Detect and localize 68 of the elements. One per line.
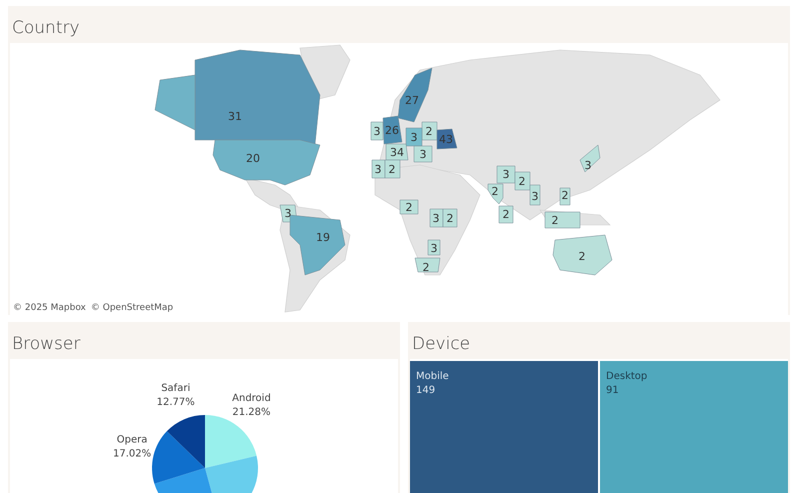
- country-region[interactable]: [514, 172, 530, 190]
- country-region[interactable]: [436, 128, 458, 150]
- slice-label: Safari: [161, 382, 190, 394]
- map-value-label: 31: [228, 110, 242, 123]
- map-attribution: © OpenStreetMap: [90, 303, 174, 313]
- map-value-label: 26: [385, 124, 399, 137]
- pie-slice[interactable]: [166, 415, 205, 468]
- map-value-label: 2: [406, 201, 412, 214]
- tile-value: 91: [606, 384, 619, 398]
- panel-title: Device: [411, 333, 470, 355]
- country-region[interactable]: [406, 128, 422, 146]
- map-value-label: 2: [562, 189, 568, 202]
- country-region[interactable]: [386, 144, 408, 160]
- map-value-label: 43: [439, 133, 453, 146]
- map-attribution: © 2025 Mapbox: [13, 303, 86, 313]
- country-region[interactable]: [442, 208, 458, 228]
- country-region[interactable]: [422, 122, 438, 140]
- slice-label: Opera: [116, 434, 148, 446]
- map-value-label: 2: [518, 175, 526, 188]
- map-value-label: 2: [446, 212, 454, 225]
- tile-value: 149: [416, 384, 436, 398]
- map-value-label: 2: [388, 163, 396, 176]
- map-value-label: 3: [410, 131, 418, 144]
- map-value-label: 2: [552, 214, 558, 227]
- country-region[interactable]: [382, 116, 402, 144]
- map-value-label: 2: [492, 185, 498, 198]
- country-region[interactable]: [488, 184, 504, 204]
- map-value-label: 3: [420, 148, 426, 161]
- country-region[interactable]: [580, 144, 600, 172]
- map-value-label: 2: [422, 261, 430, 274]
- country-region[interactable]: [384, 160, 400, 178]
- map-value-label: 3: [584, 159, 592, 172]
- map-value-label: 19: [316, 231, 330, 244]
- country-region[interactable]: [400, 200, 418, 214]
- map-value-label: 2: [502, 208, 510, 221]
- map-value-label: 3: [532, 190, 538, 203]
- map-value-label: 3: [430, 242, 438, 255]
- country-region[interactable]: [496, 166, 516, 184]
- map-value-label: 2: [426, 125, 432, 138]
- map-value-label: 2: [578, 250, 586, 263]
- map-value-label: 3: [502, 168, 510, 181]
- treemap-tile[interactable]: Desktop 91: [600, 361, 788, 493]
- slice-percent: 17.02%: [112, 448, 152, 460]
- slice-percent: 21.28%: [232, 407, 271, 418]
- pie-slice[interactable]: [152, 431, 205, 484]
- map-value-label: 20: [246, 152, 260, 165]
- country-region[interactable]: [414, 258, 440, 272]
- treemap-tile[interactable]: Mobile 149: [410, 361, 598, 493]
- country-region[interactable]: [498, 206, 514, 224]
- map-value-label: 27: [405, 94, 419, 107]
- map-value-label: 3: [374, 163, 382, 176]
- country-region[interactable]: [430, 208, 444, 228]
- country-region[interactable]: [414, 146, 432, 162]
- map-value-label: 3: [432, 212, 440, 225]
- country-region[interactable]: [560, 188, 570, 206]
- map-value-label: 3: [374, 125, 380, 138]
- country-region[interactable]: [372, 160, 386, 178]
- slice-label: Android: [232, 393, 271, 404]
- tile-label: Mobile: [416, 370, 449, 384]
- tile-label: Desktop: [606, 370, 648, 384]
- panel-title: Country: [11, 17, 80, 39]
- panel-title: Browser: [11, 333, 80, 355]
- map-value-label: 34: [390, 146, 404, 159]
- map-value-label: 3: [284, 207, 292, 220]
- country-region[interactable]: [370, 122, 384, 140]
- country-region[interactable]: [428, 240, 440, 256]
- country-region[interactable]: [530, 184, 540, 206]
- slice-percent: 12.77%: [156, 396, 195, 408]
